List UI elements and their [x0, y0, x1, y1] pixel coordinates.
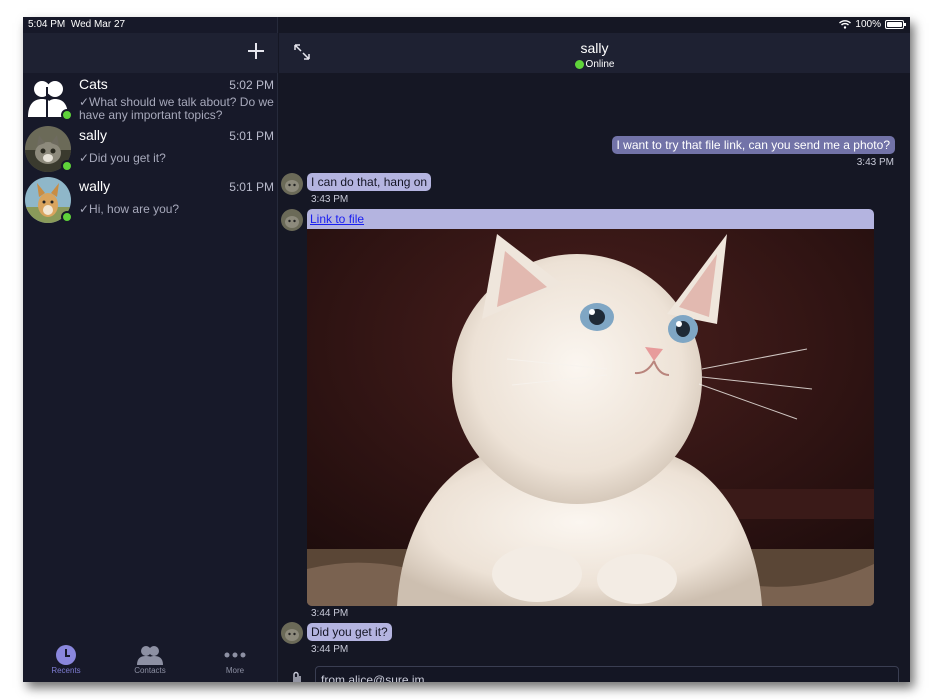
chat-header: sally Online	[279, 33, 910, 73]
file-link[interactable]: Link to file	[310, 212, 364, 226]
message-bubble-incoming: I can do that, hang on	[307, 173, 432, 191]
paperclip-icon[interactable]	[289, 670, 305, 682]
online-indicator	[61, 160, 73, 172]
message-timestamp: 3:43 PM	[856, 157, 894, 168]
more-icon	[224, 652, 246, 658]
tab-more[interactable]: More	[200, 644, 270, 675]
status-date: Wed Mar 27	[70, 19, 126, 30]
conversation-preview: ✓What should we talk about? Do we have a…	[79, 95, 274, 122]
online-indicator	[61, 109, 73, 121]
conversation-name: sally	[79, 127, 108, 143]
conversation-time: 5:01 PM	[229, 180, 274, 194]
conversation-preview: ✓Hi, how are you?	[79, 202, 180, 216]
chat-title: sally	[580, 40, 609, 56]
chat-pane: sally Online I want to try that file lin…	[279, 33, 910, 682]
app-window: Cats 5:02 PM ✓What should we talk about?…	[23, 17, 910, 682]
conversation-sally[interactable]: sally 5:01 PM ✓Did you get it?	[23, 125, 278, 176]
new-conversation-plus-icon[interactable]	[246, 41, 266, 61]
conversation-preview: ✓Did you get it?	[79, 151, 166, 165]
status-clock: 5:04 PM	[28, 19, 66, 30]
sender-avatar	[281, 173, 303, 195]
tab-label: Contacts	[134, 666, 166, 675]
conversation-time: 5:01 PM	[229, 129, 274, 143]
message-timestamp: 3:43 PM	[311, 194, 349, 205]
tab-contacts[interactable]: Contacts	[115, 644, 185, 675]
status-right: 100%	[839, 19, 906, 30]
message-composer	[279, 662, 910, 682]
message-timestamp: 3:44 PM	[311, 608, 349, 619]
sidebar: Cats 5:02 PM ✓What should we talk about?…	[23, 17, 278, 682]
tab-label: Recents	[51, 666, 81, 675]
conversation-cats[interactable]: Cats 5:02 PM ✓What should we talk about?…	[23, 74, 278, 125]
avatar	[25, 126, 73, 174]
status-bar: 5:04 PM Wed Mar 27 100%	[23, 17, 910, 33]
message-bubble-incoming: Did you get it?	[307, 623, 392, 641]
contacts-icon	[137, 646, 163, 665]
message-timestamp: 3:44 PM	[311, 644, 349, 655]
online-indicator	[61, 211, 73, 223]
tab-bar: Recents Contacts More	[23, 640, 278, 682]
message-input[interactable]	[315, 666, 899, 682]
conversation-name: Cats	[79, 76, 108, 92]
group-avatar	[25, 75, 73, 123]
sender-avatar	[281, 209, 303, 231]
tab-label: More	[225, 666, 245, 675]
wifi-icon	[839, 20, 852, 29]
sender-avatar	[281, 622, 303, 644]
clock-icon	[56, 645, 76, 665]
avatar	[25, 177, 73, 225]
file-message: Link to file	[307, 209, 874, 606]
conversation-time: 5:02 PM	[229, 78, 274, 92]
battery-percent: 100%	[855, 19, 881, 30]
sidebar-header	[23, 33, 278, 73]
message-bubble-outgoing: I want to try that file link, can you se…	[611, 136, 895, 154]
tab-recents[interactable]: Recents	[31, 644, 101, 675]
online-indicator	[574, 60, 584, 69]
chat-status: Online	[279, 59, 910, 70]
conversation-wally[interactable]: wally 5:01 PM ✓Hi, how are you?	[23, 176, 278, 227]
chat-status-text: Online	[585, 59, 615, 70]
battery-icon	[885, 20, 906, 29]
conversation-name: wally	[79, 178, 111, 194]
status-time: 5:04 PM Wed Mar 27	[28, 19, 125, 30]
kitten-photo-image[interactable]	[307, 229, 874, 606]
